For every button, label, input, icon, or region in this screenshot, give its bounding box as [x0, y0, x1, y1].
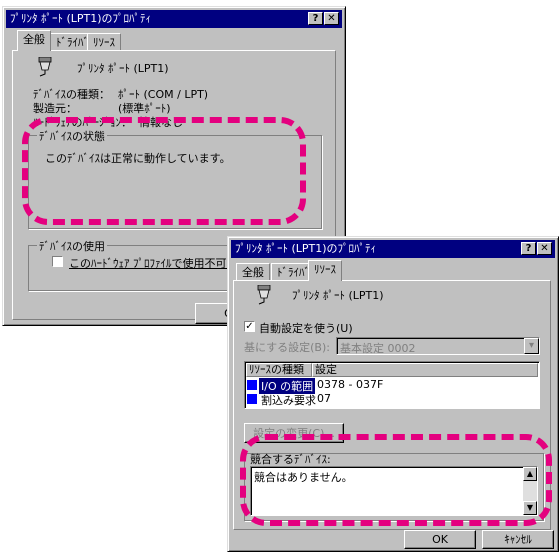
window-title: ﾌﾟﾘﾝﾀ ﾎﾟｰﾄ (LPT1)のﾌﾟﾛﾊﾟﾃｨ	[10, 12, 152, 25]
row-value: 07	[317, 392, 331, 405]
device-name: ﾌﾟﾘﾝﾀ ﾎﾟｰﾄ (LPT1)	[292, 289, 384, 302]
status-highlight-outline	[22, 117, 306, 225]
tab-general[interactable]: 全般	[17, 30, 51, 51]
ok-button[interactable]: OK	[404, 530, 476, 549]
row-type: 割込み要求	[261, 394, 316, 407]
chevron-down-icon[interactable]: ▾	[524, 338, 539, 354]
resource-icon	[247, 380, 257, 390]
window-title-bar[interactable]: ﾌﾟﾘﾝﾀ ﾎﾟｰﾄ (LPT1)のﾌﾟﾛﾊﾟﾃｨ ? ✕	[231, 240, 555, 258]
cancel-button[interactable]: ｷｬﾝｾﾙ	[482, 530, 554, 549]
disable-in-profile-label: このﾊｰﾄﾞｳｪｱ ﾌﾟﾛﾌｧｲﾙで使用不可にす	[69, 257, 249, 270]
tab-resources[interactable]: ﾘｿｰｽ	[87, 33, 121, 51]
auto-setting-label: 自動設定を使う(U)	[259, 322, 353, 335]
tab-resources[interactable]: ﾘｿｰｽ	[308, 260, 342, 281]
device-usage-title: ﾃﾞﾊﾞｲｽの使用	[37, 238, 107, 254]
table-row[interactable]: 割込み要求 07	[247, 392, 537, 407]
window-title-bar[interactable]: ﾌﾟﾘﾝﾀ ﾎﾟｰﾄ (LPT1)のﾌﾟﾛﾊﾟﾃｨ ? ✕	[6, 10, 342, 28]
printer-port-icon	[257, 285, 271, 305]
close-button[interactable]: ✕	[537, 242, 552, 255]
help-button[interactable]: ?	[521, 242, 536, 255]
conflict-highlight-outline	[240, 434, 552, 526]
resource-table[interactable]: ﾘｿｰｽの種類 設定 I/O の範囲 0378 - 037F 割込み要求 07	[244, 361, 540, 409]
window-title: ﾌﾟﾘﾝﾀ ﾎﾟｰﾄ (LPT1)のﾌﾟﾛﾊﾟﾃｨ	[235, 242, 377, 255]
device-name: ﾌﾟﾘﾝﾀ ﾎﾟｰﾄ (LPT1)	[77, 62, 169, 75]
help-button[interactable]: ?	[308, 12, 323, 25]
base-setting-label: 基にする設定(B):	[244, 341, 330, 354]
resource-icon	[247, 394, 257, 404]
table-header-type: ﾘｿｰｽの種類	[246, 363, 312, 377]
auto-setting-checkbox[interactable]: ✓	[244, 321, 255, 332]
printer-port-icon	[38, 57, 52, 77]
table-header-setting: 設定	[312, 363, 538, 377]
disable-in-profile-checkbox[interactable]	[52, 256, 63, 267]
close-button[interactable]: ✕	[324, 12, 339, 25]
tab-general[interactable]: 全般	[236, 263, 270, 281]
row-value: 0378 - 037F	[317, 378, 384, 391]
base-setting-select[interactable]: 基本設定 0002 ▾	[336, 337, 540, 355]
table-row[interactable]: I/O の範囲 0378 - 037F	[247, 378, 537, 394]
